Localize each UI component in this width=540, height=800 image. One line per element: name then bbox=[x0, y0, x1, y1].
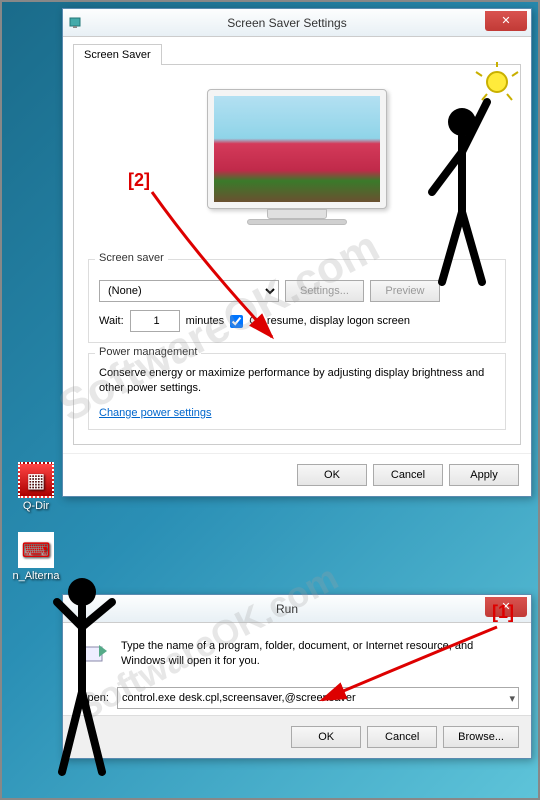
monitor-screen bbox=[214, 96, 380, 202]
browse-button[interactable]: Browse... bbox=[443, 726, 519, 748]
close-icon: ✕ bbox=[501, 14, 510, 27]
window-title: Screen Saver Settings bbox=[89, 16, 485, 30]
screensaver-settings-window: Screen Saver Settings ✕ Screen Saver Scr… bbox=[62, 8, 532, 497]
group-title: Power management bbox=[95, 346, 201, 358]
qdir-icon: ▦ bbox=[18, 462, 54, 498]
ok-button[interactable]: OK bbox=[297, 464, 367, 486]
open-label: Open: bbox=[79, 692, 109, 704]
run-icon bbox=[79, 639, 111, 671]
cancel-button[interactable]: Cancel bbox=[373, 464, 443, 486]
run-app-icon bbox=[67, 601, 83, 617]
desktop-icon-label: Q-Dir bbox=[12, 500, 60, 512]
app-icon bbox=[67, 15, 83, 31]
onresume-checkbox[interactable] bbox=[230, 315, 243, 328]
window-title: Run bbox=[89, 602, 485, 616]
settings-button[interactable]: Settings... bbox=[285, 280, 364, 302]
power-text: Conserve energy or maximize performance … bbox=[99, 366, 495, 397]
titlebar[interactable]: Run ✕ bbox=[63, 595, 531, 623]
desktop-icon-qdir[interactable]: ▦ Q-Dir bbox=[12, 462, 60, 512]
apply-button[interactable]: Apply bbox=[449, 464, 519, 486]
minutes-label: minutes bbox=[186, 315, 225, 327]
open-input[interactable] bbox=[117, 687, 520, 709]
change-power-settings-link[interactable]: Change power settings bbox=[99, 407, 212, 419]
wait-label: Wait: bbox=[99, 315, 124, 327]
onresume-label: On resume, display logon screen bbox=[249, 315, 410, 327]
wait-minutes-input[interactable] bbox=[130, 310, 180, 332]
tab-body: Screen saver (None) Settings... Preview … bbox=[73, 64, 521, 445]
power-management-group: Power management Conserve energy or maxi… bbox=[88, 353, 506, 430]
desktop-icon-label: n_Alterna bbox=[12, 570, 60, 582]
group-title: Screen saver bbox=[95, 252, 168, 264]
run-description: Type the name of a program, folder, docu… bbox=[121, 639, 515, 671]
screensaver-dropdown[interactable]: (None) bbox=[99, 280, 279, 302]
screensaver-preview bbox=[197, 89, 397, 239]
screensaver-group: Screen saver (None) Settings... Preview … bbox=[88, 259, 506, 343]
open-row: Open: ▾ bbox=[63, 687, 531, 715]
tab-screensaver[interactable]: Screen Saver bbox=[73, 44, 162, 65]
ok-button[interactable]: OK bbox=[291, 726, 361, 748]
titlebar[interactable]: Screen Saver Settings ✕ bbox=[63, 9, 531, 37]
tab-strip: Screen Saver bbox=[63, 37, 531, 64]
run-body: Type the name of a program, folder, docu… bbox=[63, 623, 531, 687]
run-dialog-buttons: OK Cancel Browse... bbox=[63, 715, 531, 758]
desktop-icon-alterna[interactable]: ⌨ n_Alterna bbox=[12, 532, 60, 582]
close-button[interactable]: ✕ bbox=[485, 11, 527, 31]
close-icon: ✕ bbox=[501, 600, 510, 613]
cancel-button[interactable]: Cancel bbox=[367, 726, 437, 748]
alterna-icon: ⌨ bbox=[18, 532, 54, 568]
dialog-buttons: OK Cancel Apply bbox=[63, 453, 531, 496]
close-button[interactable]: ✕ bbox=[485, 597, 527, 617]
chevron-down-icon[interactable]: ▾ bbox=[509, 692, 515, 705]
run-dialog-window: Run ✕ Type the name of a program, folder… bbox=[62, 594, 532, 759]
preview-button[interactable]: Preview bbox=[370, 280, 440, 302]
